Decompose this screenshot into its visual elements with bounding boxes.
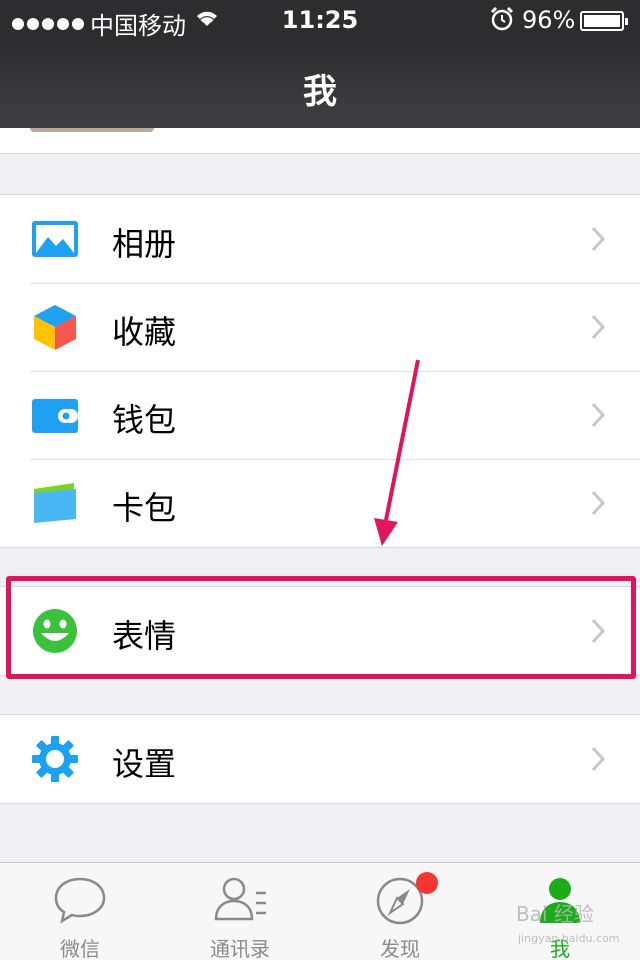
photo-album-icon [32, 221, 78, 257]
menu-item-label: 相册 [112, 225, 177, 263]
card-pack-icon [34, 483, 76, 523]
page-title: 我 [303, 72, 337, 112]
favorites-cube-icon [34, 305, 76, 350]
menu-item-card-pack[interactable]: 卡包 [0, 459, 640, 547]
status-bar: 中国移动 11:25 96% [0, 0, 640, 40]
notification-badge [416, 872, 438, 894]
menu-item-settings[interactable]: 设置 [0, 715, 640, 803]
alarm-icon [490, 6, 514, 31]
tab-discover[interactable]: 发现 [320, 863, 480, 960]
tab-label: 通讯录 [210, 937, 270, 960]
navigation-bar: 我 [0, 40, 640, 128]
battery-percentage: 96% [522, 6, 576, 34]
highlight-box [6, 576, 636, 679]
profile-card[interactable] [0, 128, 640, 154]
chat-bubble-icon [54, 877, 106, 924]
menu-item-favorites[interactable]: 收藏 [0, 283, 640, 371]
menu-group-media: 相册 收藏 钱包 卡包 [0, 194, 640, 548]
menu-item-label: 卡包 [112, 489, 177, 527]
annotation-arrow-icon [374, 359, 420, 546]
menu-item-label: 设置 [112, 745, 177, 783]
settings-gear-icon [32, 736, 78, 782]
avatar [30, 128, 154, 132]
wallet-icon [32, 399, 78, 433]
tab-label: 微信 [60, 937, 100, 960]
menu-group-settings: 设置 [0, 714, 640, 804]
watermark: Bai 经验 [516, 902, 594, 926]
chevron-right-icon [591, 314, 606, 340]
chevron-right-icon [591, 746, 606, 772]
battery-icon [580, 11, 628, 31]
menu-item-label: 钱包 [112, 401, 177, 439]
tab-chats[interactable]: 微信 [0, 863, 160, 960]
watermark-url: jingyan.baidu.com [518, 932, 620, 945]
contacts-icon [214, 877, 266, 921]
chevron-right-icon [591, 226, 606, 252]
chevron-right-icon [591, 490, 606, 516]
menu-item-wallet[interactable]: 钱包 [0, 371, 640, 459]
menu-item-label: 收藏 [112, 313, 177, 351]
chevron-right-icon [591, 402, 606, 428]
tab-contacts[interactable]: 通讯录 [160, 863, 320, 960]
menu-item-album[interactable]: 相册 [0, 195, 640, 283]
tab-label: 发现 [380, 937, 420, 960]
